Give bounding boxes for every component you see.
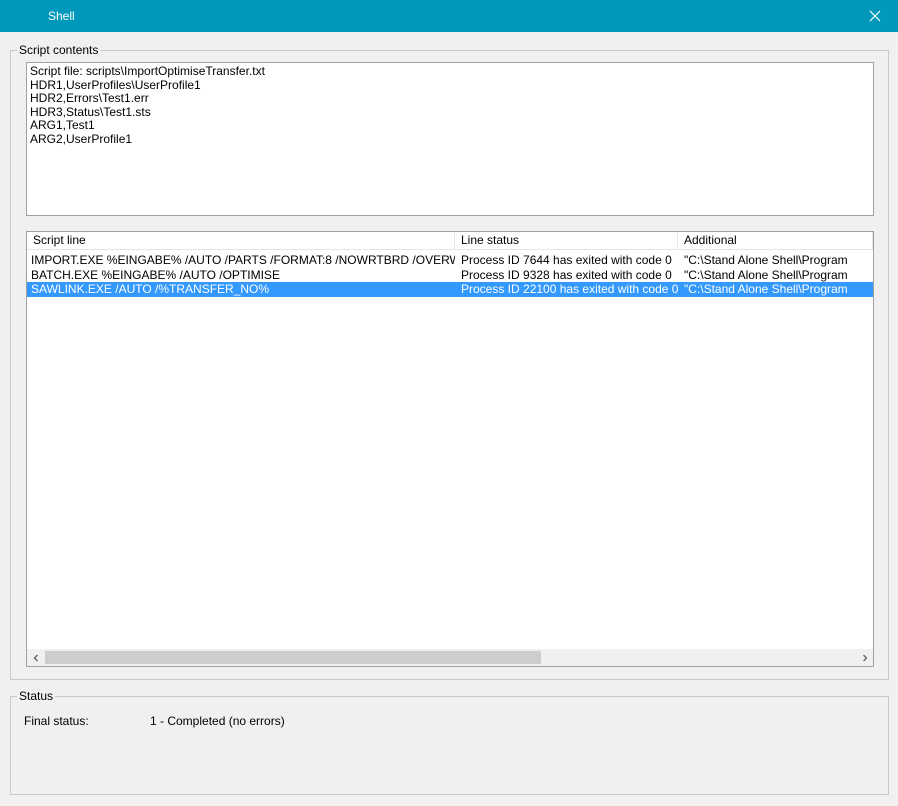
column-header-script-line[interactable]: Script line (27, 232, 455, 249)
cell-script-line: SAWLINK.EXE /AUTO /%TRANSFER_NO% (31, 282, 270, 296)
column-header-additional[interactable]: Additional (678, 232, 873, 249)
cell-line-status: Process ID 9328 has exited with code 0 (461, 267, 672, 282)
scrollbar-thumb[interactable] (45, 651, 541, 664)
script-lines-table[interactable]: Script line Line status Additional IMPOR… (26, 231, 874, 667)
table-row-selected[interactable]: SAWLINK.EXE /AUTO /%TRANSFER_NO% Process… (27, 282, 873, 297)
cell-line-status: Process ID 22100 has exited with code 0 (461, 282, 678, 296)
cell-additional: "C:\Stand Alone Shell\Program (684, 267, 848, 282)
title-bar: Shell (0, 0, 898, 32)
chevron-right-icon (862, 654, 867, 661)
script-contents-group: Script contents Script file: scripts\Imp… (10, 43, 889, 680)
table-header: Script line Line status Additional (27, 232, 873, 250)
table-row[interactable]: BATCH.EXE %EINGABE% /AUTO /OPTIMISE Proc… (27, 268, 873, 283)
table-row[interactable]: IMPORT.EXE %EINGABE% /AUTO /PARTS /FORMA… (27, 253, 873, 268)
cell-script-line: BATCH.EXE %EINGABE% /AUTO /OPTIMISE (31, 267, 280, 282)
status-group: Status Final status: 1 - Completed (no e… (10, 689, 889, 795)
final-status-value: 1 - Completed (no errors) (150, 714, 285, 728)
cell-line-status: Process ID 7644 has exited with code 0 (461, 253, 672, 267)
cell-additional: "C:\Stand Alone Shell\Program (684, 253, 848, 267)
cell-script-line: IMPORT.EXE %EINGABE% /AUTO /PARTS /FORMA… (31, 253, 455, 267)
horizontal-scrollbar[interactable] (27, 649, 873, 666)
script-contents-textbox[interactable]: Script file: scripts\ImportOptimiseTrans… (26, 62, 874, 216)
cell-additional: "C:\Stand Alone Shell\Program (684, 282, 848, 296)
scroll-right-button[interactable] (856, 649, 873, 666)
status-legend: Status (17, 689, 56, 703)
close-icon (869, 10, 881, 22)
column-header-line-status[interactable]: Line status (455, 232, 678, 249)
scroll-left-button[interactable] (27, 649, 44, 666)
chevron-left-icon (33, 654, 38, 661)
script-contents-legend: Script contents (17, 43, 101, 57)
table-body: IMPORT.EXE %EINGABE% /AUTO /PARTS /FORMA… (27, 253, 873, 297)
close-button[interactable] (852, 0, 898, 32)
final-status-label: Final status: (24, 714, 89, 728)
window-title: Shell (48, 9, 75, 23)
